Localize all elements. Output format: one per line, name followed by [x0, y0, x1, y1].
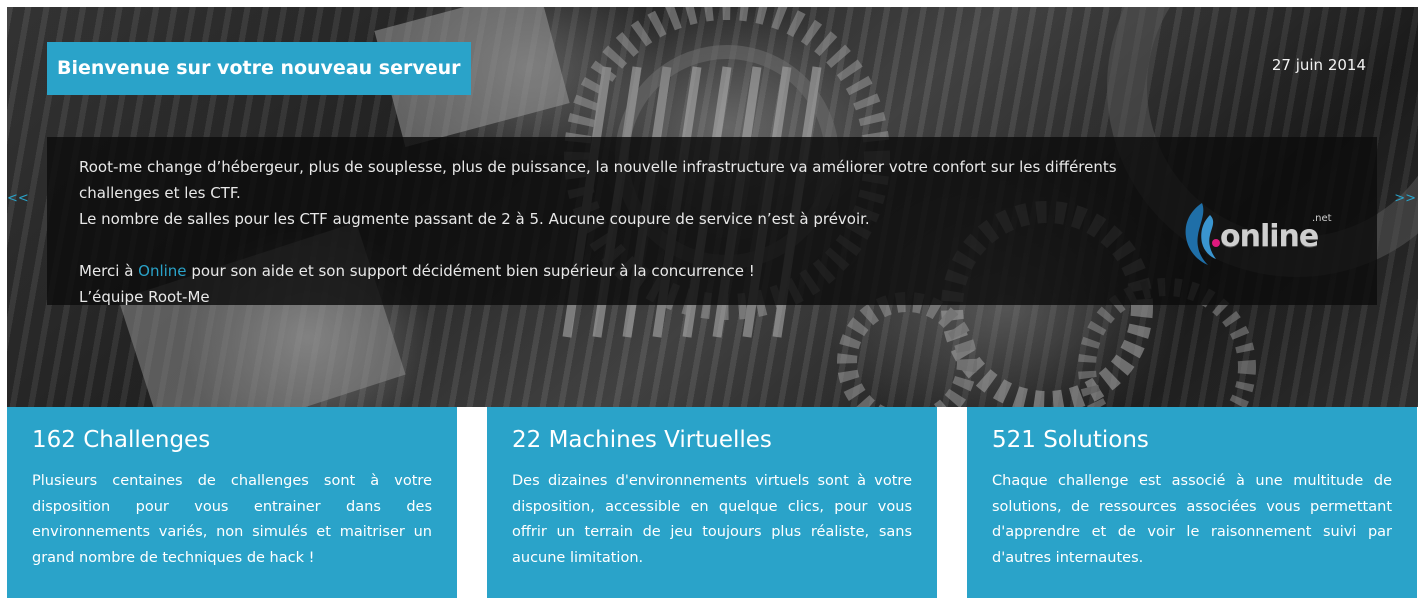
hero-slider: Bienvenue sur votre nouveau serveur 27 j…: [7, 7, 1418, 407]
slide-text-line: Le nombre de salles pour les CTF augment…: [79, 210, 870, 228]
slide-date: 27 juin 2014: [1271, 56, 1366, 74]
card-title: 22 Machines Virtuelles: [512, 427, 772, 453]
slide-signature: L’équipe Root-Me: [79, 288, 210, 306]
online-net-logo: online .net: [1180, 201, 1350, 271]
thanks-prefix: Merci à: [79, 262, 139, 280]
thanks-suffix: pour son aide et son support décidément …: [186, 262, 755, 280]
online-logo-suffix: .net: [1312, 213, 1332, 224]
card-text: Plusieurs centaines de challenges sont à…: [32, 473, 432, 566]
slide-text: Root-me change d’hébergeur, plus de soup…: [79, 154, 1189, 310]
card-title: 162 Challenges: [32, 427, 211, 453]
slide-text-line: Root-me change d’hébergeur, plus de soup…: [79, 158, 1117, 202]
online-logo-word: online: [1220, 219, 1319, 254]
card-title: 521 Solutions: [992, 427, 1149, 453]
slide-caption-box: Root-me change d’hébergeur, plus de soup…: [47, 137, 1377, 306]
feature-card-virtual-machines: 22 Machines Virtuelles Des dizaines d'en…: [487, 407, 937, 598]
feature-card-solutions: 521 Solutions Chaque challenge est assoc…: [967, 407, 1417, 598]
card-text: Chaque challenge est associé à une multi…: [992, 473, 1392, 566]
slider-next-button[interactable]: >>: [1394, 191, 1416, 206]
slider-prev-button[interactable]: <<: [7, 191, 29, 206]
slide-title: Bienvenue sur votre nouveau serveur: [47, 42, 471, 95]
card-text: Des dizaines d'environnements virtuels s…: [512, 473, 912, 566]
feature-card-challenges: 162 Challenges Plusieurs centaines de ch…: [7, 407, 457, 598]
online-link[interactable]: Online: [138, 262, 186, 280]
slide-thanks-line: Merci à Online pour son aide et son supp…: [79, 258, 1189, 284]
